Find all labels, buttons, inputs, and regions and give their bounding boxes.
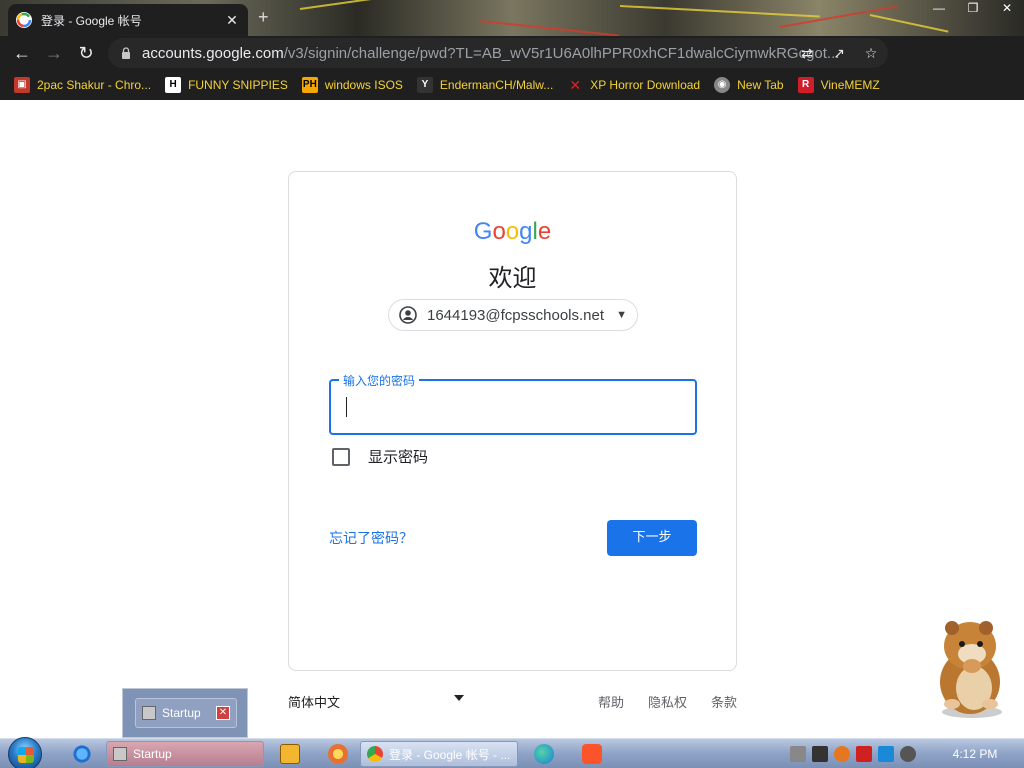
r-icon: R [797, 77, 814, 93]
translate-icon[interactable]: ⇄ [798, 44, 816, 62]
password-label: 输入您的密码 [339, 372, 420, 389]
chrome-icon [367, 746, 383, 762]
x-icon: ✕ [569, 77, 582, 93]
media-player-icon[interactable] [280, 744, 300, 764]
flag-tray-icon[interactable] [856, 746, 872, 762]
folder-icon [113, 747, 127, 761]
restore-window-icon[interactable]: ❐ [956, 0, 990, 20]
url-host: accounts.google.com [142, 44, 284, 62]
globe-icon: ◉ [714, 77, 731, 93]
browser-toolbar: ← → ↻ accounts.google.com /v3/signin/cha… [0, 36, 1024, 99]
bookmark-item[interactable]: PH windows ISOS [301, 77, 403, 93]
show-password-label: 显示密码 [368, 448, 429, 466]
privacy-link[interactable]: 隐私权 [648, 692, 687, 711]
next-button[interactable]: 下一步 [607, 520, 697, 556]
windows-logo-icon [18, 747, 34, 763]
page-title: 欢迎 [488, 264, 537, 292]
taskbar-startup-label: Startup [133, 747, 172, 761]
bookmark-item[interactable]: ✕ XP Horror Download [567, 77, 700, 93]
text-caret [346, 397, 347, 417]
lock-icon [122, 47, 130, 59]
language-dropdown-caret-icon[interactable] [454, 695, 464, 701]
new-tab-icon[interactable]: + [258, 7, 269, 28]
bookmark-item[interactable]: H FUNNY SNIPPIES [165, 77, 288, 93]
startup-thumbnail[interactable]: Startup ✕ [135, 698, 237, 728]
taskbar-clock[interactable]: 4:12 PM [940, 739, 1010, 768]
back-arrow-icon[interactable]: ← [6, 37, 38, 69]
ph-icon: PH [301, 77, 318, 93]
taskbar-startup-button[interactable]: Startup [106, 741, 264, 767]
signin-card: Google 欢迎 1644193@fcpsschools.net ▼ 输入您的… [288, 171, 737, 671]
tab-title: 登录 - Google 帐号 [41, 13, 142, 28]
display-tray-icon[interactable] [878, 746, 894, 762]
internet-explorer-icon[interactable] [72, 744, 92, 764]
google-logo: Google [289, 218, 736, 246]
chevron-down-icon: ▼ [616, 309, 627, 321]
search-tray-icon[interactable] [834, 746, 850, 762]
folder-icon [142, 706, 156, 720]
hamster-pet-icon[interactable] [922, 616, 1012, 720]
bookmark-item[interactable]: ▣ 2pac Shakur - Chro... [14, 77, 151, 93]
google-favicon-icon [16, 12, 32, 28]
close-tab-icon[interactable]: ✕ [224, 12, 240, 29]
taskbar-chrome-label: 登录 - Google 帐号 - ... [389, 747, 511, 762]
edge-icon[interactable] [534, 744, 554, 764]
account-chooser-chip[interactable]: 1644193@fcpsschools.net ▼ [388, 299, 638, 331]
close-window-icon[interactable]: ✕ [990, 0, 1024, 20]
volume-tray-icon[interactable] [900, 746, 916, 762]
minimize-window-icon[interactable]: — [922, 0, 956, 20]
windows-taskbar: Startup 登录 - Google 帐号 - ... 4:12 PM [0, 737, 1024, 768]
account-email: 1644193@fcpsschools.net [427, 306, 605, 324]
share-icon[interactable]: ↗ [830, 44, 848, 62]
address-bar[interactable]: accounts.google.com /v3/signin/challenge… [108, 38, 888, 68]
paint-icon[interactable] [328, 744, 348, 764]
terms-link[interactable]: 条款 [711, 692, 737, 711]
yp-icon: Y [416, 77, 433, 93]
password-input[interactable] [343, 395, 683, 419]
system-tray [790, 739, 916, 768]
bookmark-item[interactable]: R VineMEMZ [797, 77, 880, 93]
network-tray-icon[interactable] [790, 746, 806, 762]
google-logo-letter: e [537, 218, 552, 245]
password-field-container: 输入您的密码 [329, 372, 697, 435]
security-tray-icon[interactable] [812, 746, 828, 762]
start-button[interactable] [8, 737, 42, 768]
bookmarks-bar: ▣ 2pac Shakur - Chro... H FUNNY SNIPPIES P… [0, 70, 1024, 100]
show-password-toggle[interactable]: 显示密码 [332, 446, 428, 467]
forgot-password-link[interactable]: 忘记了密码？ [329, 528, 413, 548]
show-password-checkbox[interactable] [332, 447, 350, 466]
taskbar-thumbnail-popup: Startup ✕ [122, 688, 248, 738]
tab-google-signin[interactable]: 登录 - Google 帐号 ✕ [8, 4, 248, 36]
help-link[interactable]: 帮助 [598, 692, 624, 711]
taskbar-chrome-button[interactable]: 登录 - Google 帐号 - ... [360, 741, 518, 767]
reload-icon[interactable]: ↻ [70, 37, 102, 69]
startup-thumbnail-label: Startup [162, 706, 201, 720]
brave-icon[interactable] [582, 744, 602, 764]
url-path: /v3/signin/challenge/pwd?TL=AB_wV5r1U6A0… [283, 44, 840, 62]
close-icon[interactable]: ✕ [216, 706, 230, 720]
h-icon: H [165, 77, 182, 93]
google-logo-letter: G [473, 218, 493, 245]
google-logo-letter: o [505, 218, 520, 245]
google-logo-letter: g [519, 218, 533, 245]
bookmark-item[interactable]: Y EndermanCH/Malw... [416, 77, 553, 93]
account-circle-icon [399, 306, 417, 324]
gift-icon: ▣ [14, 77, 30, 93]
bookmark-star-icon[interactable]: ☆ [862, 44, 880, 62]
tab-strip: 登录 - Google 帐号 ✕ + — ❐ ✕ [0, 0, 1024, 36]
forward-arrow-icon[interactable]: → [38, 37, 70, 69]
page-footer: 简体中文 帮助 隐私权 条款 [288, 692, 737, 712]
bookmark-item[interactable]: ◉ New Tab [714, 77, 784, 93]
google-logo-letter: o [492, 218, 506, 245]
language-select[interactable]: 简体中文 [288, 692, 340, 711]
